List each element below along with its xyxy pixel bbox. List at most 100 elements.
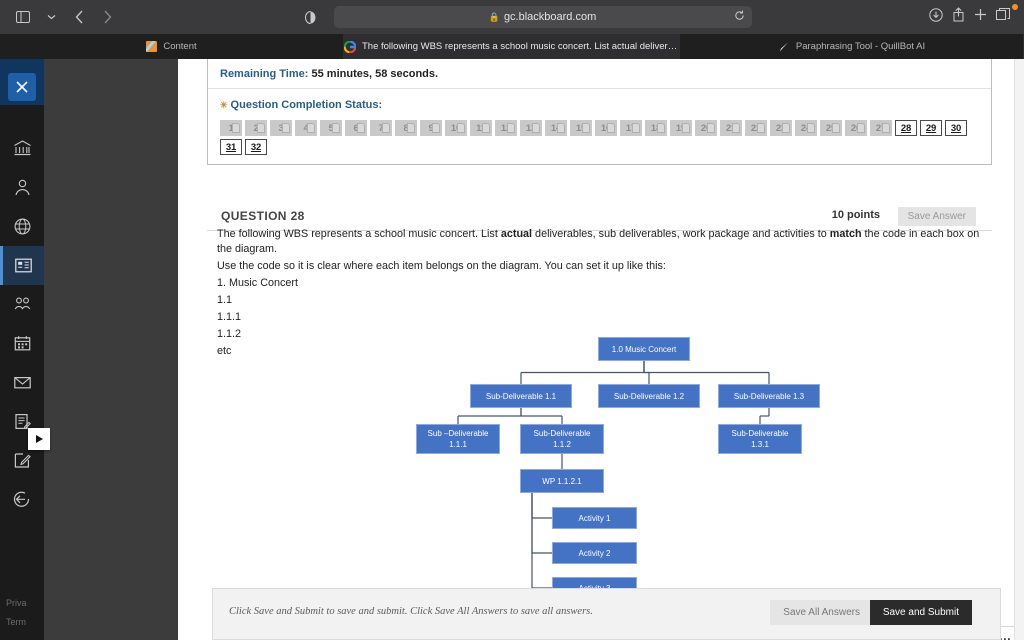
question-number-chip[interactable]: 22	[745, 120, 767, 136]
content-page: QUESTION 28 10 points Save Answer Remain…	[178, 59, 1024, 640]
sidebar-item-globe[interactable]	[0, 207, 44, 246]
wbs-node: 1.0 Music Concert	[598, 337, 690, 361]
question-number-chip[interactable]: 14	[545, 120, 567, 136]
question-number-chip[interactable]: 4	[295, 120, 317, 136]
completion-status-text: Question Completion Status:	[230, 99, 383, 111]
sidebar-header	[0, 59, 44, 105]
back-chevron-icon[interactable]	[66, 4, 92, 30]
tab-label: Paraphrasing Tool - QuillBot AI	[795, 41, 926, 52]
tab-overview-icon[interactable]	[996, 8, 1010, 26]
reload-icon[interactable]	[734, 10, 745, 24]
question-number-chip[interactable]: 10	[445, 120, 467, 136]
question-number-chip[interactable]: 13	[520, 120, 542, 136]
remaining-time-row: Remaining Time: 55 minutes, 58 seconds.	[208, 59, 991, 89]
sidebar-toggle-icon[interactable]	[10, 4, 36, 30]
question-number-chip[interactable]: 2	[245, 120, 267, 136]
question-number-chip[interactable]: 19	[670, 120, 692, 136]
wbs-node: Sub-Deliverable 1.3	[718, 384, 820, 408]
question-number-chip[interactable]: 11	[470, 120, 492, 136]
save-and-submit-button[interactable]: Save and Submit	[869, 600, 972, 625]
sidebar-item-courses[interactable]	[0, 246, 44, 285]
question-number-chip[interactable]: 1	[220, 120, 242, 136]
question-number-chip[interactable]: 16	[595, 120, 617, 136]
question-number-chip[interactable]: 24	[795, 120, 817, 136]
required-star-icon: ✳	[220, 100, 228, 110]
new-tab-icon[interactable]	[974, 8, 987, 26]
question-paragraph: 1.1.1	[217, 311, 242, 323]
sidebar-item-signout[interactable]	[0, 480, 44, 519]
forward-chevron-icon[interactable]	[94, 4, 120, 30]
wbs-node: Sub-Deliverable 1.1	[470, 384, 572, 408]
question-number-chip[interactable]: 17	[620, 120, 642, 136]
wbs-node: WP 1.1.2.1	[520, 469, 604, 493]
question-paragraph: 1. Music Concert	[217, 277, 299, 289]
sidebar-item-organizations[interactable]	[0, 285, 44, 324]
question-number-chip[interactable]: 29	[920, 120, 942, 136]
sidebar-item-profile[interactable]	[0, 168, 44, 207]
tab-strip: Content The following WBS represents a s…	[0, 34, 1024, 59]
question-number-chip[interactable]: 12	[495, 120, 517, 136]
wbs-node: Activity 2	[552, 542, 637, 564]
download-icon[interactable]	[929, 7, 943, 27]
address-bar[interactable]: 🔒 gc.blackboard.com	[333, 6, 752, 28]
wbs-node: Sub-Deliverable 1.2	[598, 384, 700, 408]
play-icon	[35, 435, 43, 443]
terms-link[interactable]: Term	[6, 613, 27, 632]
tab-quillbot[interactable]: Paraphrasing Tool - QuillBot AI	[680, 34, 1024, 59]
play-overlay-button[interactable]	[28, 428, 50, 450]
save-all-answers-button[interactable]: Save All Answers	[770, 600, 873, 625]
exam-status-panel: Remaining Time: 55 minutes, 58 seconds. …	[207, 59, 992, 165]
wbs-diagram: 1.0 Music Concert Sub-Deliverable 1.1 Sub-…	[410, 329, 820, 599]
question-number-chip[interactable]: 25	[820, 120, 842, 136]
sidebar-item-calendar[interactable]	[0, 324, 44, 363]
tab-label: Content	[163, 41, 197, 52]
question-number-chip[interactable]: 32	[245, 139, 267, 155]
chevron-down-icon[interactable]	[38, 4, 64, 30]
save-answer-button[interactable]: Save Answer	[897, 207, 976, 226]
question-number-chip[interactable]: 3	[270, 120, 292, 136]
screen: 🔒 gc.blackboard.com Content The followin…	[0, 0, 1024, 640]
page-scrollbar[interactable]	[1014, 59, 1024, 640]
remaining-time-value: 55 minutes, 58 seconds.	[311, 68, 439, 80]
question-number-chip[interactable]: 15	[570, 120, 592, 136]
action-bar-message: Click Save and Submit to save and submit…	[229, 606, 593, 617]
tab-content[interactable]: Content	[0, 34, 344, 59]
question-number-chip[interactable]: 7	[370, 120, 392, 136]
quillbot-favicon	[778, 41, 790, 53]
question-title: QUESTION 28	[221, 209, 305, 223]
remaining-time-label: Remaining Time:	[220, 68, 309, 80]
exam-action-bar: Click Save and Submit to save and submit…	[212, 588, 1001, 640]
sidebar-footer: Priva Term	[6, 594, 27, 632]
question-number-chip[interactable]: 31	[220, 139, 242, 155]
question-number-chip[interactable]: 28	[895, 120, 917, 136]
url-area: 🔒 gc.blackboard.com	[120, 4, 929, 30]
question-number-chip[interactable]: 8	[395, 120, 417, 136]
question-number-chip[interactable]: 18	[645, 120, 667, 136]
wbs-node: Sub –Deliverable 1.1.1	[416, 424, 500, 454]
question-number-chip[interactable]: 21	[720, 120, 742, 136]
question-number-list: 1 2 3 4 5 6 7 8 9 10 11 12 13 14 15 16 17 18 19 20 21 22 23 24 2…	[208, 113, 991, 164]
question-number-chip[interactable]: 27	[870, 120, 892, 136]
reader-view-icon[interactable]	[298, 4, 324, 30]
sidebar-item-messages[interactable]	[0, 363, 44, 402]
question-completion-label: ✳ Question Completion Status:	[208, 89, 991, 113]
question-number-chip[interactable]: 23	[770, 120, 792, 136]
question-paragraph: Use the code so it is clear where each i…	[217, 260, 666, 272]
notification-dot	[1012, 4, 1018, 10]
question-number-chip[interactable]: 5	[320, 120, 342, 136]
close-icon[interactable]	[8, 73, 36, 101]
question-number-chip[interactable]: 6	[345, 120, 367, 136]
share-icon[interactable]	[952, 7, 965, 27]
lock-icon: 🔒	[488, 11, 500, 22]
wbs-node: Sub-Deliverable 1.1.2	[520, 424, 604, 454]
wbs-node: Sub-Deliverable 1.3.1	[718, 424, 802, 454]
question-number-chip[interactable]: 30	[945, 120, 967, 136]
question-number-chip[interactable]: 9	[420, 120, 442, 136]
question-paragraph: The following WBS represents a school mu…	[217, 228, 980, 255]
privacy-link[interactable]: Priva	[6, 594, 27, 613]
browser-actions	[929, 7, 1024, 27]
sidebar-item-institution[interactable]	[0, 129, 44, 168]
tab-blackboard-question[interactable]: The following WBS represents a school mu…	[343, 34, 680, 59]
question-number-chip[interactable]: 26	[845, 120, 867, 136]
question-number-chip[interactable]: 20	[695, 120, 717, 136]
